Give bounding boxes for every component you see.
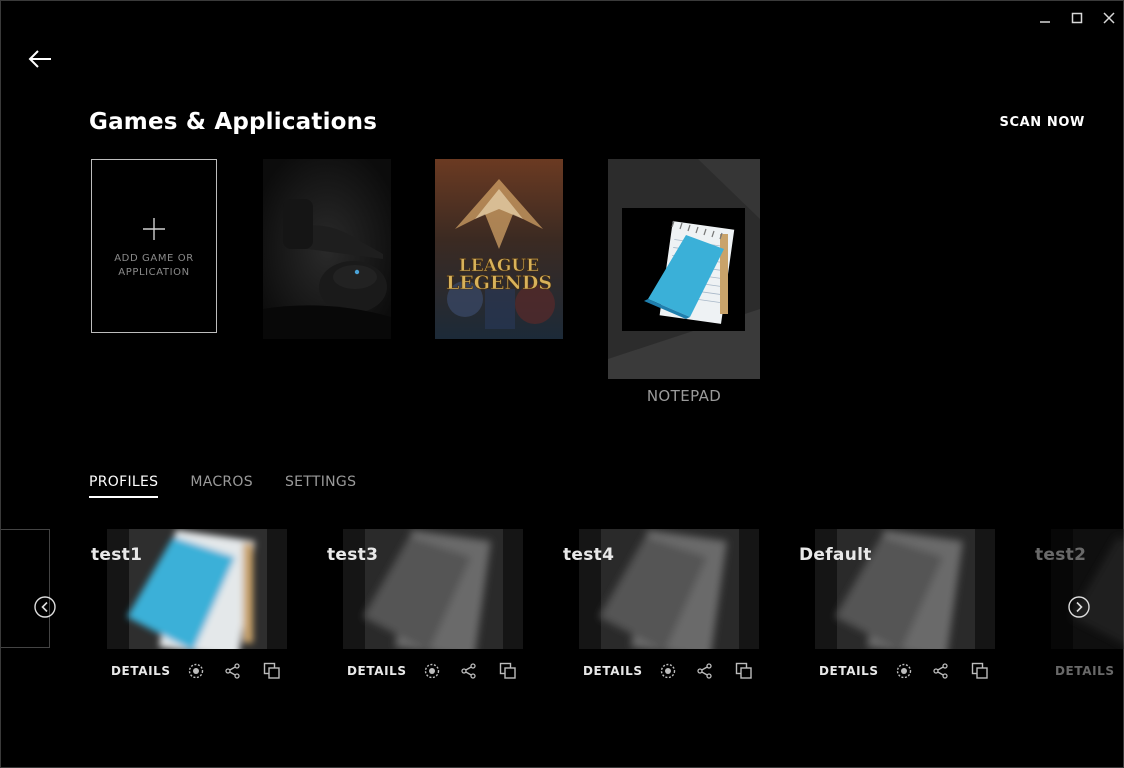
persistent-profile-icon[interactable] (895, 662, 913, 680)
notepad-artwork (608, 159, 760, 379)
profiles-carousel: test1 DETAILS test3 DETAILS test4 DETAIL… (1, 529, 1124, 689)
share-icon[interactable] (224, 662, 242, 680)
maximize-button[interactable] (1065, 7, 1089, 29)
arrow-left-icon (28, 50, 51, 68)
notepad-caption: NOTEPAD (646, 387, 722, 405)
profile-name: test1 (91, 545, 143, 565)
league-of-legends-artwork: LEAGUE LEGENDS (435, 159, 563, 339)
details-button[interactable]: DETAILS (347, 664, 407, 678)
app-window: Games & Applications SCAN NOW ADD GAME O… (0, 0, 1124, 768)
tab-profiles[interactable]: PROFILES (89, 474, 159, 498)
chevron-left-icon (34, 596, 56, 618)
profile-actions: DETAILS (579, 662, 759, 682)
share-icon[interactable] (460, 662, 478, 680)
game-tile-league-of-legends[interactable]: LEAGUE LEGENDS (435, 159, 563, 339)
tab-settings[interactable]: SETTINGS (285, 474, 356, 498)
carousel-next-button[interactable] (1068, 596, 1090, 618)
add-game-label: ADD GAME OR APPLICATION (114, 253, 194, 278)
page-title: Games & Applications (89, 109, 378, 135)
lol-logo-text-2: LEGENDS (446, 272, 552, 294)
scan-now-button[interactable]: SCAN NOW (1000, 115, 1085, 130)
minimize-icon (1040, 21, 1050, 23)
back-button[interactable] (27, 47, 55, 71)
copy-icon[interactable] (263, 662, 281, 680)
previous-profile-card[interactable] (1, 529, 50, 648)
share-icon[interactable] (696, 662, 714, 680)
plus-icon (143, 218, 165, 240)
tab-macros[interactable]: MACROS (190, 474, 253, 498)
minimize-button[interactable] (1033, 7, 1057, 29)
profile-actions: DETAILS (1051, 662, 1124, 682)
profile-name: test4 (563, 545, 615, 565)
close-icon (1103, 12, 1115, 24)
carousel-prev-button[interactable] (34, 596, 56, 618)
profile-actions: DETAILS (815, 662, 995, 682)
close-button[interactable] (1097, 7, 1121, 29)
persistent-profile-icon[interactable] (659, 662, 677, 680)
copy-icon[interactable] (499, 662, 517, 680)
persistent-profile-icon[interactable] (187, 662, 205, 680)
profile-card-test3: test3 DETAILS (327, 529, 523, 689)
profile-name: test2 (1035, 545, 1087, 565)
profile-actions: DETAILS (107, 662, 287, 682)
chevron-right-icon (1068, 596, 1090, 618)
details-button[interactable]: DETAILS (819, 664, 879, 678)
profile-actions: DETAILS (343, 662, 523, 682)
mouse-artwork-image (263, 159, 391, 339)
profile-card-test4: test4 DETAILS (563, 529, 759, 689)
game-tile-notepad[interactable] (608, 159, 760, 379)
profile-name: Default (799, 545, 872, 565)
maximize-icon (1071, 12, 1083, 24)
persistent-profile-icon[interactable] (423, 662, 441, 680)
details-button[interactable]: DETAILS (111, 664, 171, 678)
add-game-tile[interactable]: ADD GAME OR APPLICATION (91, 159, 217, 333)
copy-icon[interactable] (735, 662, 753, 680)
details-button[interactable]: DETAILS (1055, 664, 1115, 678)
game-tile-mouse[interactable] (263, 159, 391, 339)
details-button[interactable]: DETAILS (583, 664, 643, 678)
share-icon[interactable] (932, 662, 950, 680)
profile-card-default: Default DETAILS (799, 529, 995, 689)
profile-card-test1: test1 DETAILS (91, 529, 287, 689)
profile-name: test3 (327, 545, 379, 565)
copy-icon[interactable] (971, 662, 989, 680)
section-tabs: PROFILES MACROS SETTINGS (89, 474, 356, 498)
